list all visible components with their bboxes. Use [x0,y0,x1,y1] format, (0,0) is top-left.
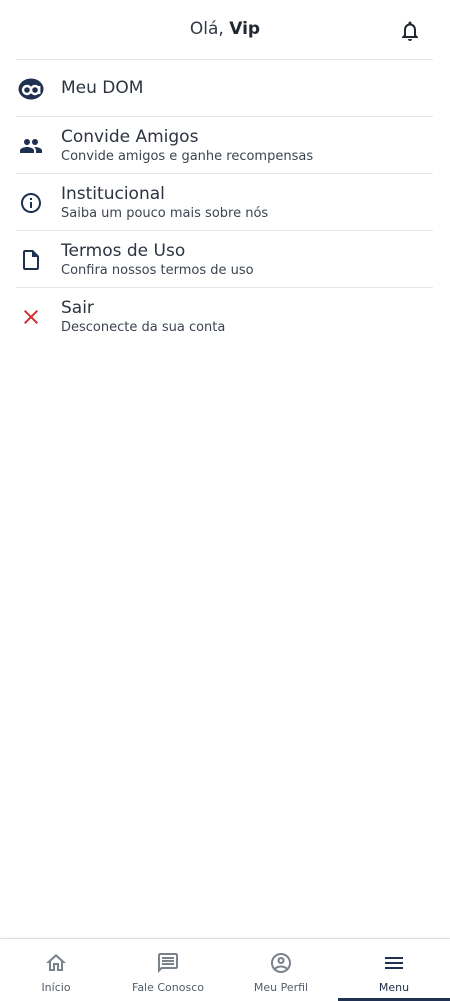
menu-item-title: Institucional [61,184,165,204]
tab-meu-perfil[interactable]: Meu Perfil [225,939,337,1001]
menu-item-title: Sair [61,298,94,318]
chat-icon [158,953,178,973]
hamburger-icon [385,957,403,969]
dom-logo-icon [18,76,44,102]
menu-item-subtitle: Saiba um pouco mais sobre nós [61,206,269,221]
app-header: Olá, Vip [0,0,450,60]
greeting-prefix: Olá, [189,19,230,39]
menu-item-subtitle: Desconecte da sua conta [61,320,226,335]
home-icon [46,954,66,971]
tab-label: Início [41,981,71,994]
menu-item-title: Convide Amigos [61,127,199,147]
greeting: Olá, Vip [0,19,450,39]
menu-item-convide-amigos[interactable]: Convide Amigos Convide amigos e ganhe re… [16,117,433,174]
tab-label: Meu Perfil [253,981,309,994]
menu-item-institucional[interactable]: Institucional Saiba um pouco mais sobre … [16,174,433,231]
menu-item-title: Meu DOM [61,78,144,98]
menu-item-termos-de-uso[interactable]: Termos de Uso Confira nossos termos de u… [16,231,433,288]
tab-fale-conosco[interactable]: Fale Conosco [112,939,224,1001]
bell-icon[interactable] [398,19,422,43]
tab-label: Menu [378,981,410,994]
bottom-navigation: Início Fale Conosco Meu Perfil Menu [0,938,450,1001]
menu-item-meu-dom[interactable]: Meu DOM [16,60,433,117]
tab-label: Fale Conosco [132,981,204,994]
tab-inicio[interactable]: Início [0,939,112,1001]
menu-item-subtitle: Convide amigos e ganhe recompensas [61,149,314,164]
profile-icon [271,953,291,973]
close-icon [18,304,44,330]
document-icon [18,247,44,273]
menu-item-subtitle: Confira nossos termos de uso [61,263,254,278]
menu-list: Meu DOM Convide Amigos Convide amigos e … [0,60,450,345]
info-icon [18,190,44,216]
menu-item-sair[interactable]: Sair Desconecte da sua conta [16,288,433,345]
tab-menu[interactable]: Menu [338,939,450,1001]
menu-item-title: Termos de Uso [61,241,186,261]
user-name: Vip [229,19,261,39]
people-icon [18,133,44,159]
